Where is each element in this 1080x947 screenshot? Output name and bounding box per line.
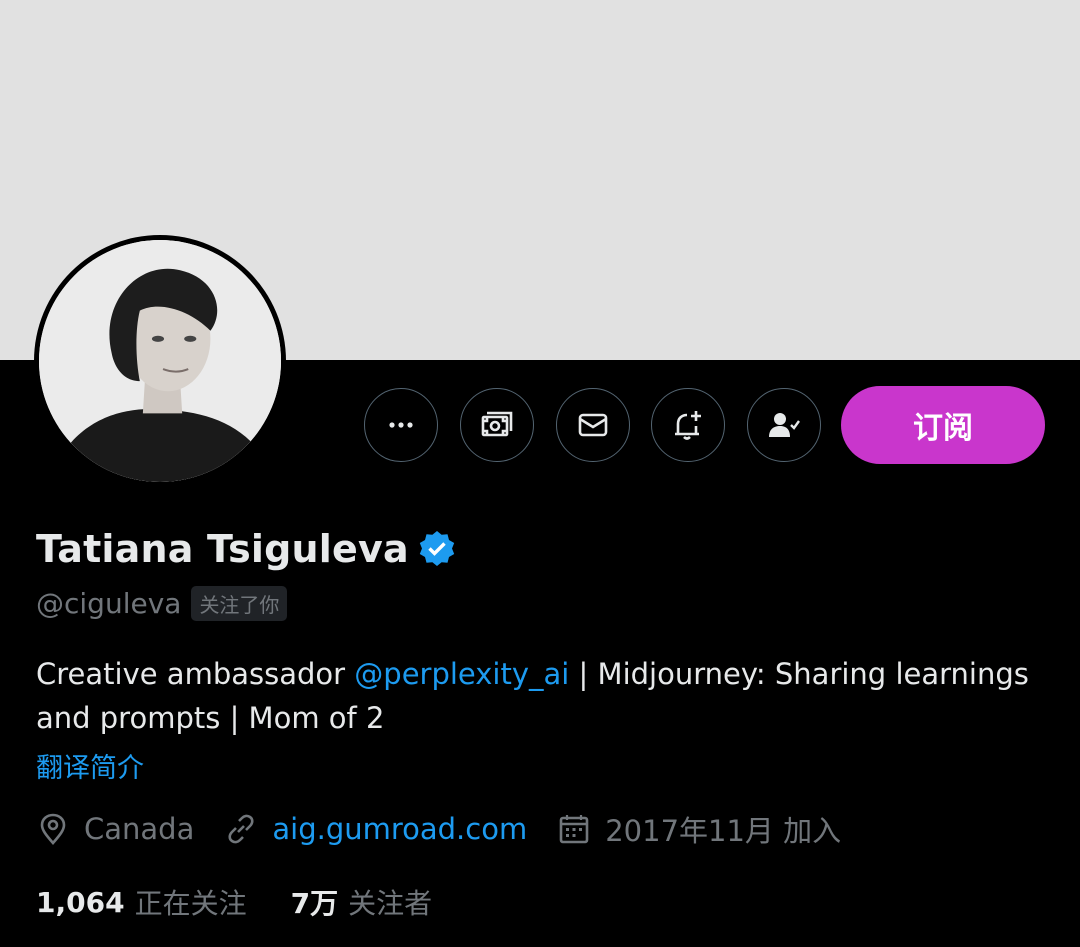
profile-handle-row: @ciguleva 关注了你 bbox=[36, 586, 288, 621]
profile-handle: @ciguleva bbox=[36, 587, 182, 620]
calendar-icon bbox=[559, 815, 589, 844]
mail-icon bbox=[578, 413, 608, 437]
follows-you-badge: 关注了你 bbox=[191, 586, 288, 621]
verified-badge-icon[interactable] bbox=[417, 529, 457, 569]
subscribe-button[interactable]: 订阅 bbox=[841, 386, 1045, 464]
website-item: aig.gumroad.com bbox=[224, 812, 527, 846]
location-item: Canada bbox=[36, 812, 194, 846]
link-icon bbox=[228, 814, 254, 844]
tip-button[interactable] bbox=[460, 388, 534, 462]
notify-button[interactable] bbox=[651, 388, 725, 462]
following-stat-link[interactable]: 1,064 正在关注 bbox=[36, 882, 247, 922]
follow-stats: 1,064 正在关注 7万 关注者 bbox=[36, 882, 476, 922]
joined-date: 2017年11月 加入 bbox=[605, 814, 842, 848]
bio-mention-link[interactable]: @perplexity_ai bbox=[354, 657, 569, 691]
bell-plus-icon bbox=[675, 411, 701, 440]
followers-stat-link[interactable]: 7万 关注者 bbox=[291, 882, 433, 922]
following-label: 正在关注 bbox=[134, 887, 247, 920]
profile-meta: Canada aig.gumroad.com 2017年11月 加入 bbox=[36, 808, 871, 850]
followers-count: 7万 bbox=[290, 887, 339, 920]
profile-actions: 订阅 bbox=[0, 386, 1080, 466]
following-button[interactable] bbox=[747, 388, 821, 462]
profile-bio: Creative ambassador @perplexity_ai | Mid… bbox=[36, 652, 1046, 740]
translate-bio-link[interactable]: 翻译简介 bbox=[36, 746, 144, 785]
message-button[interactable] bbox=[556, 388, 630, 462]
joined-item: 2017年11月 加入 bbox=[557, 808, 841, 850]
location-text: Canada bbox=[84, 812, 195, 846]
website-link[interactable]: aig.gumroad.com bbox=[272, 812, 527, 846]
more-icon bbox=[389, 422, 413, 428]
following-count: 1,064 bbox=[36, 885, 125, 919]
profile-name-row: Tatiana Tsiguleva bbox=[36, 527, 457, 571]
location-pin-icon bbox=[40, 813, 66, 845]
money-icon bbox=[481, 411, 513, 437]
bio-text-prefix: Creative ambassador bbox=[36, 657, 355, 691]
more-button[interactable] bbox=[364, 388, 438, 462]
profile-name: Tatiana Tsiguleva bbox=[36, 527, 409, 571]
followers-label: 关注者 bbox=[348, 887, 433, 920]
following-icon bbox=[769, 413, 800, 437]
